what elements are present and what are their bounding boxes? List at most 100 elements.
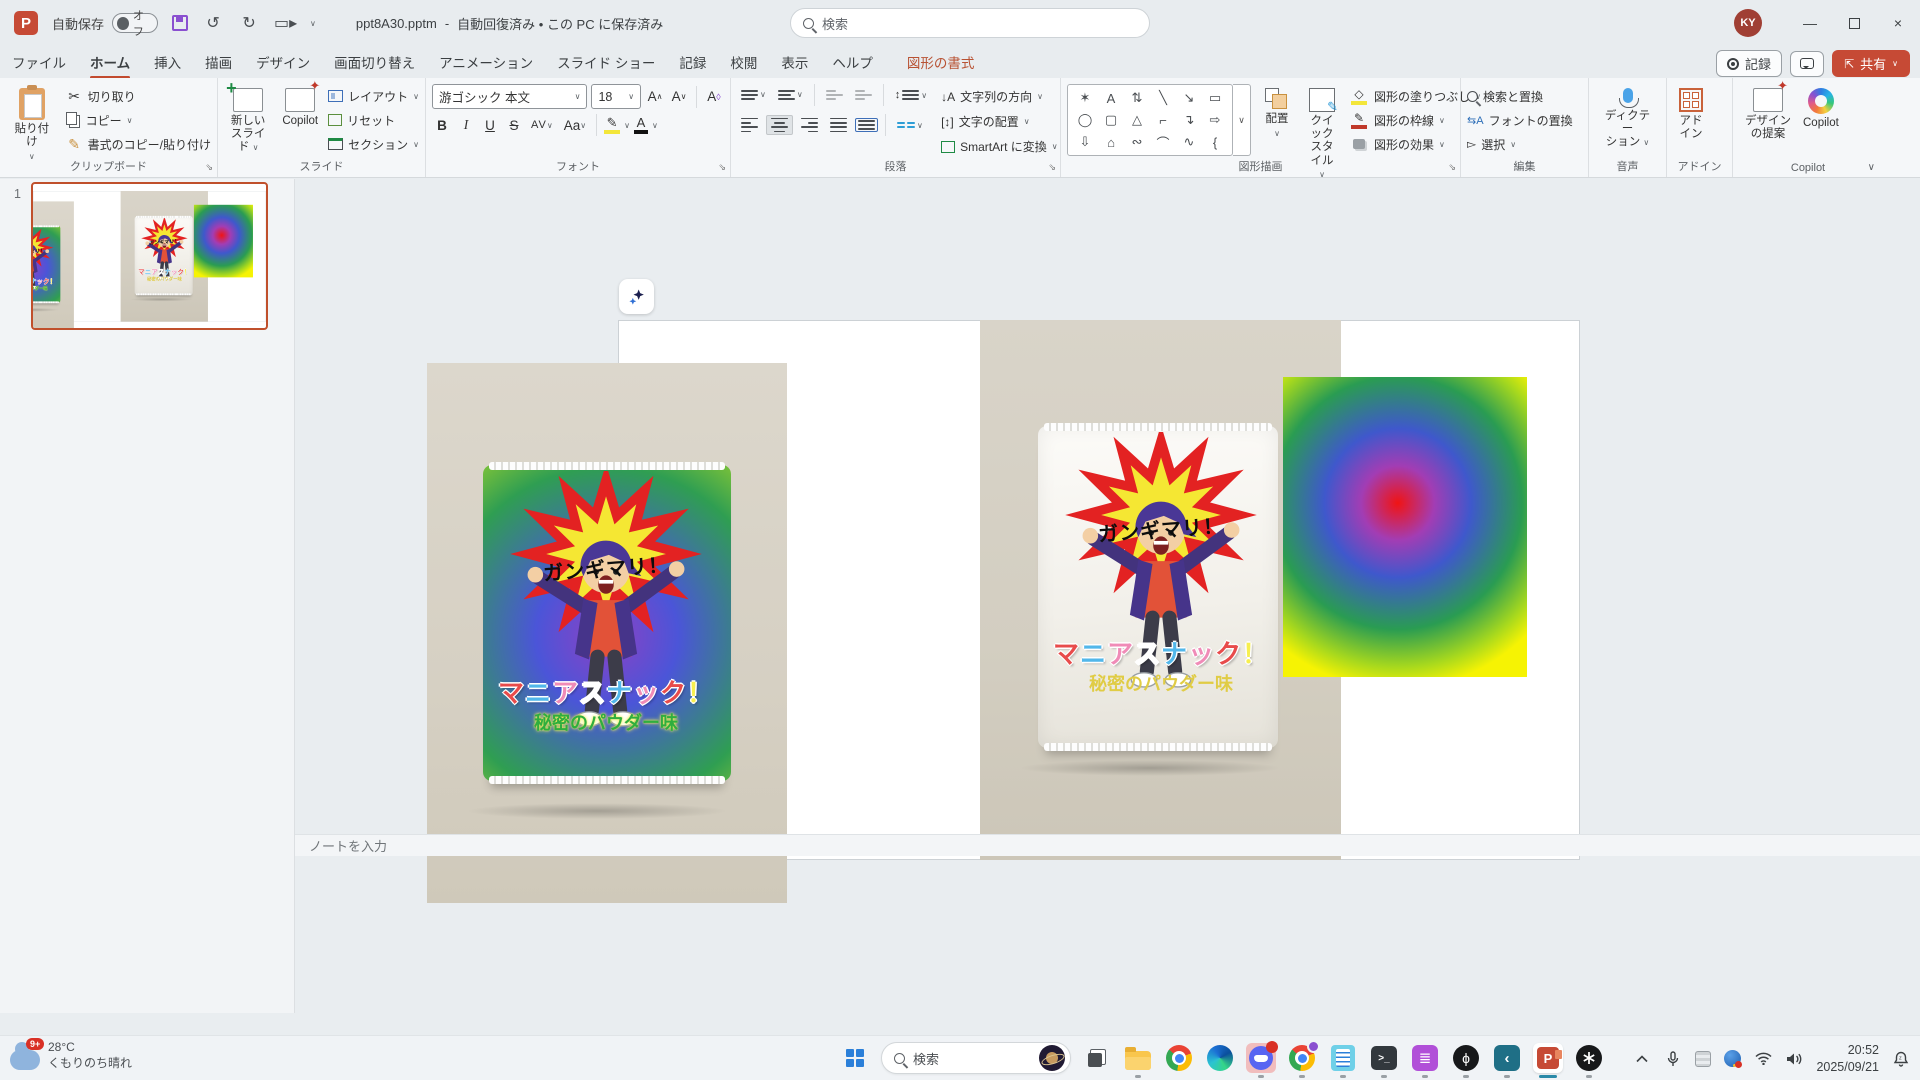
character-spacing-button[interactable]: AV∨ xyxy=(528,114,557,136)
account-avatar[interactable]: KY xyxy=(1734,9,1762,37)
rainbow-gradient-shape[interactable] xyxy=(1283,377,1527,677)
powerpoint-app-icon[interactable]: P xyxy=(14,11,38,35)
shape-tool-6[interactable]: ◯ xyxy=(1072,109,1098,131)
align-center-button[interactable] xyxy=(766,115,793,136)
quick-access-dropdown-icon[interactable]: ∨ xyxy=(310,19,316,28)
copy-dropdown-icon[interactable]: ∨ xyxy=(127,116,133,125)
decrease-indent-button[interactable] xyxy=(822,88,847,102)
shape-tool-11[interactable]: ⇨ xyxy=(1202,109,1228,131)
shape-tool-1[interactable]: A xyxy=(1098,87,1124,109)
tab-view[interactable]: 表示 xyxy=(769,46,820,78)
drawing-dialog-launcher[interactable]: ⇘ xyxy=(1448,162,1456,173)
save-icon[interactable] xyxy=(172,15,188,31)
terminal-button[interactable]: >_ xyxy=(1369,1043,1399,1073)
microphone-tray-icon[interactable] xyxy=(1664,1050,1682,1068)
record-button[interactable]: 記録 xyxy=(1716,50,1782,77)
shape-tool-13[interactable]: ⌂ xyxy=(1098,131,1124,153)
teal-app-button[interactable]: ‹ xyxy=(1492,1043,1522,1073)
justify-button[interactable] xyxy=(826,116,851,135)
replace-fonts-button[interactable]: ⇆Aフォントの置換 xyxy=(1467,108,1582,132)
hidden-icons-chevron[interactable] xyxy=(1633,1050,1651,1068)
change-case-button[interactable]: Aa∨ xyxy=(561,114,589,136)
shape-tool-16[interactable]: ∿ xyxy=(1176,131,1202,153)
tab-insert[interactable]: 挿入 xyxy=(142,46,193,78)
notification-bell-icon[interactable]: z xyxy=(1892,1050,1910,1068)
tray-app-icon[interactable] xyxy=(1695,1051,1711,1067)
tab-record[interactable]: 記録 xyxy=(667,46,718,78)
paste-button[interactable]: 貼り付け ∨ xyxy=(6,84,58,166)
align-left-button[interactable] xyxy=(737,116,762,135)
dictate-button[interactable]: ディクテーション ∨ xyxy=(1595,84,1660,154)
copilot-slides-button[interactable]: Copilot xyxy=(276,84,324,159)
designer-button[interactable]: デザインの提案 xyxy=(1739,84,1797,145)
text-highlight-button[interactable]: ✎ xyxy=(604,116,620,134)
increase-indent-button[interactable] xyxy=(851,88,876,102)
shape-tool-5[interactable]: ▭ xyxy=(1202,87,1228,109)
reset-button[interactable]: リセット xyxy=(328,108,419,132)
font-dialog-launcher[interactable]: ⇘ xyxy=(718,162,726,173)
clear-formatting-button[interactable]: A◊ xyxy=(704,86,724,108)
left-mockup-photo[interactable]: ガンギマリ！ マニアスナック！ 秘密のパウダー味 xyxy=(31,201,74,330)
tab-transitions[interactable]: 画面切り替え xyxy=(322,46,427,78)
tab-file[interactable]: ファイル xyxy=(0,46,78,78)
shrink-font-button[interactable]: A∨ xyxy=(669,86,689,108)
slide-thumbnail-1[interactable]: ガンギマリ！ マニアスナック！ 秘密のパウダー味 xyxy=(31,182,268,330)
shape-tool-3[interactable]: ╲ xyxy=(1150,87,1176,109)
discord-button[interactable] xyxy=(1246,1043,1276,1073)
arrange-button[interactable]: 配置 ∨ xyxy=(1259,84,1295,142)
redo-icon[interactable]: ↻ xyxy=(238,13,260,33)
task-view-button[interactable] xyxy=(1082,1043,1112,1073)
wifi-icon[interactable] xyxy=(1754,1050,1772,1068)
shape-tool-8[interactable]: △ xyxy=(1124,109,1150,131)
font-color-dropdown-icon[interactable]: ∨ xyxy=(652,121,658,130)
autosave-control[interactable]: 自動保存 オフ xyxy=(52,13,158,33)
highlight-dropdown-icon[interactable]: ∨ xyxy=(624,121,630,130)
tab-shape-format[interactable]: 図形の書式 xyxy=(895,46,987,78)
shape-tool-10[interactable]: ↴ xyxy=(1176,109,1202,131)
autosave-toggle[interactable]: オフ xyxy=(112,13,158,33)
find-replace-button[interactable]: 検索と置換 xyxy=(1467,84,1582,108)
taskbar-search[interactable]: 検索 xyxy=(881,1042,1071,1074)
undo-icon[interactable]: ↺ xyxy=(202,13,224,33)
bullets-button[interactable]: ∨ xyxy=(737,88,770,102)
left-mockup-photo[interactable]: ガンギマリ！ マニアスナック！ 秘密のパウダー味 xyxy=(427,363,787,903)
powerpoint-taskbar-button[interactable]: P xyxy=(1533,1043,1563,1073)
start-slideshow-icon[interactable]: ▭▸ xyxy=(274,13,296,33)
chatgpt-button[interactable] xyxy=(1574,1043,1604,1073)
rainbow-snack-bag[interactable]: ガンギマリ！ マニアスナック！ 秘密のパウダー味 xyxy=(31,226,60,302)
start-button[interactable] xyxy=(840,1043,870,1073)
grow-font-button[interactable]: A∧ xyxy=(645,86,665,108)
bold-button[interactable]: B xyxy=(432,114,452,136)
shape-tool-0[interactable]: ✶ xyxy=(1072,87,1098,109)
tab-home[interactable]: ホーム xyxy=(78,46,142,78)
new-slide-button[interactable]: 新しいスライド ∨ xyxy=(224,84,272,159)
comments-button[interactable] xyxy=(1790,51,1824,77)
notepad-button[interactable] xyxy=(1328,1043,1358,1073)
line-spacing-button[interactable]: ↕∨ xyxy=(891,87,931,103)
maximize-button[interactable] xyxy=(1832,0,1876,46)
distribute-text-button[interactable] xyxy=(855,118,878,132)
titlebar-search[interactable]: 検索 xyxy=(790,8,1150,38)
blue-sphere-tray-icon[interactable] xyxy=(1724,1050,1741,1067)
tab-review[interactable]: 校閲 xyxy=(718,46,769,78)
shape-tool-14[interactable]: ∾ xyxy=(1124,131,1150,153)
weather-widget[interactable]: 9+ 28°Cくもりのち晴れ xyxy=(10,1040,132,1071)
chrome-button[interactable] xyxy=(1164,1043,1194,1073)
shape-tool-7[interactable]: ▢ xyxy=(1098,109,1124,131)
stack-app-button[interactable]: ≣ xyxy=(1410,1043,1440,1073)
designer-suggestion-button[interactable] xyxy=(619,279,654,314)
align-right-button[interactable] xyxy=(797,116,822,135)
new-slide-dropdown-icon[interactable]: ∨ xyxy=(253,143,259,152)
text-direction-button[interactable]: ↓A文字列の方向∨ xyxy=(941,84,1058,109)
taskbar-clock[interactable]: 20:52 2025/09/21 xyxy=(1816,1042,1879,1076)
shape-tool-4[interactable]: ↘ xyxy=(1176,87,1202,109)
file-explorer-button[interactable] xyxy=(1123,1043,1153,1073)
cut-button[interactable]: ✂切り取り xyxy=(66,84,211,108)
font-color-button[interactable]: A xyxy=(634,116,648,134)
underline-button[interactable]: U xyxy=(480,114,500,136)
notes-input-bar[interactable]: ノートを入力 xyxy=(295,834,1920,856)
copilot-button[interactable]: Copilot xyxy=(1797,84,1845,145)
collapse-ribbon-icon[interactable]: ∨ xyxy=(1868,162,1875,173)
shape-tool-12[interactable]: ⇩ xyxy=(1072,131,1098,153)
shape-tool-2[interactable]: ⇅ xyxy=(1124,87,1150,109)
